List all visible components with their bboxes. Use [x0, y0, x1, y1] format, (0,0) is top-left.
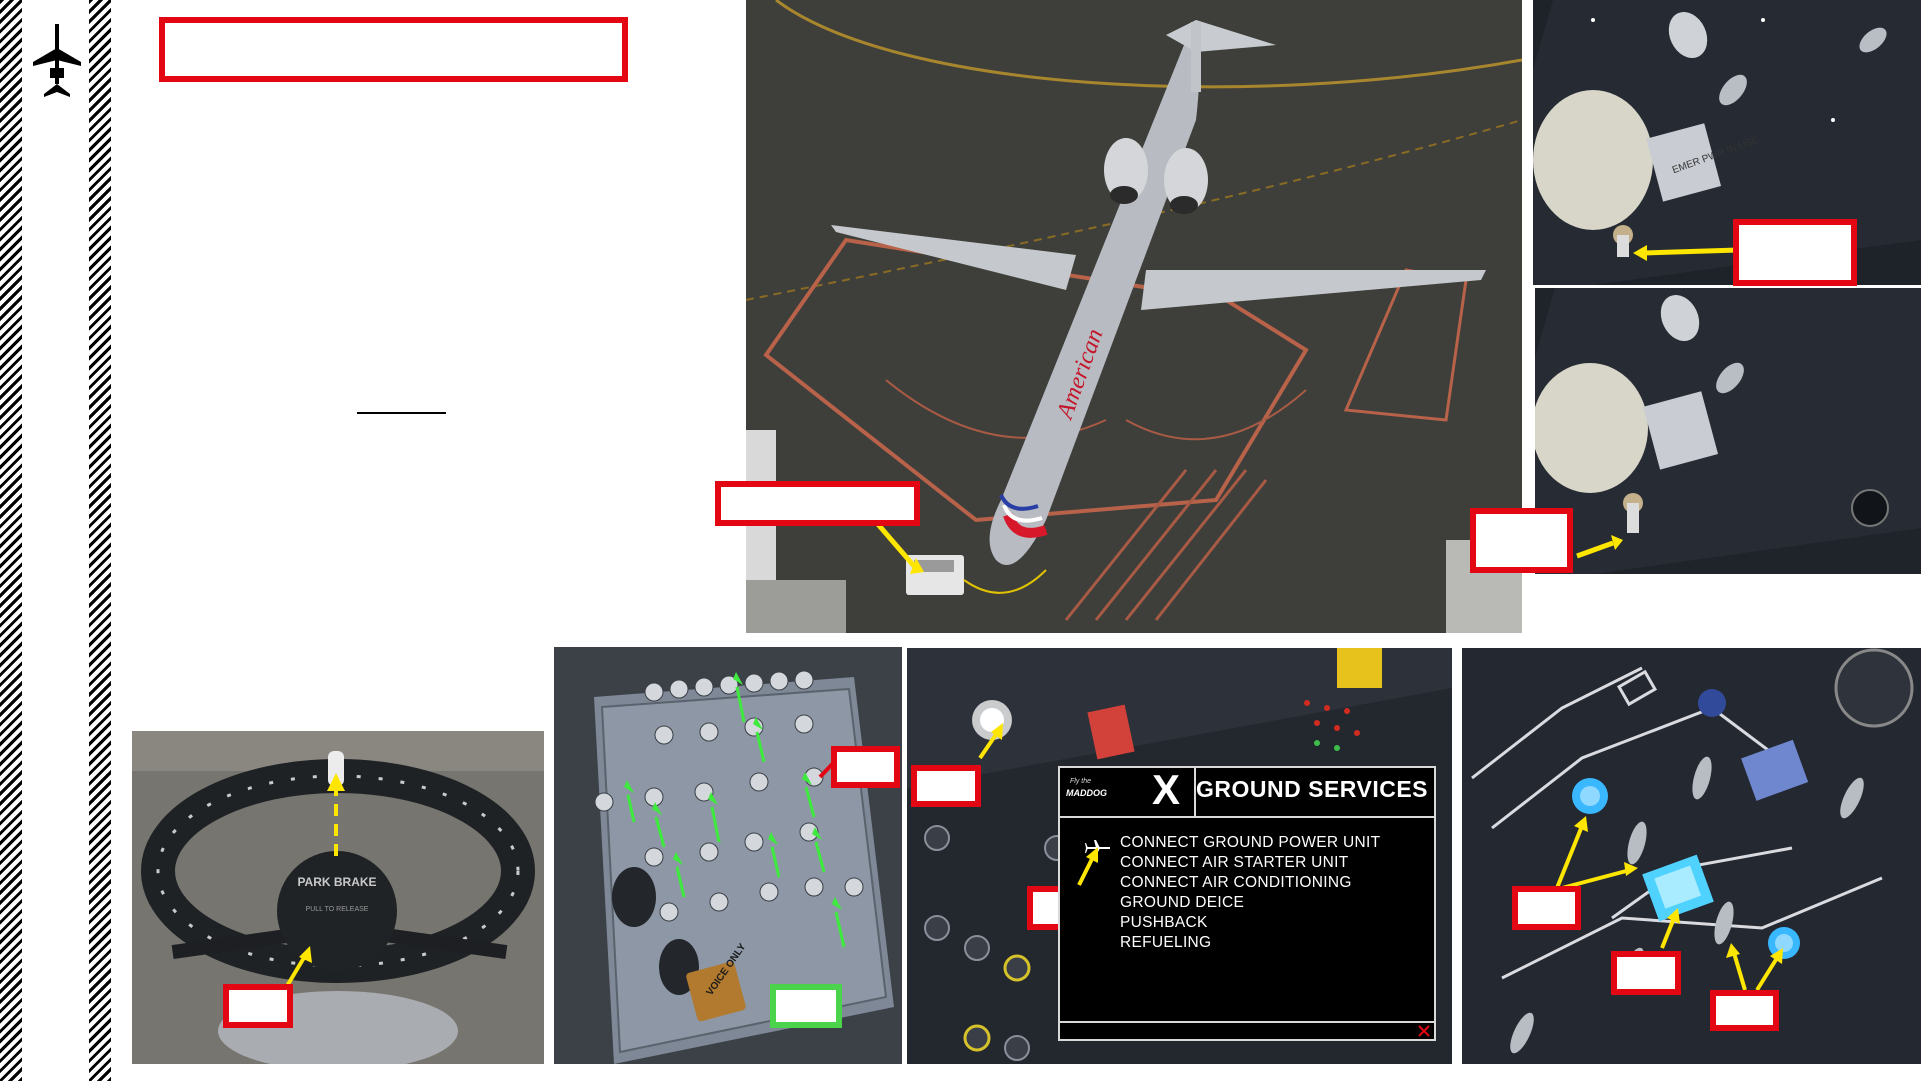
- close-icon[interactable]: [1416, 1023, 1432, 1039]
- menu-header-divider: [1060, 816, 1434, 818]
- ground-services-menu: Fly the MADDOG X GROUND SERVICES CONNECT…: [1058, 766, 1436, 1041]
- divider-line: [357, 412, 446, 414]
- menu-item-refueling[interactable]: REFUELING: [1120, 934, 1211, 952]
- menu-item-air-starter[interactable]: CONNECT AIR STARTER UNIT: [1120, 854, 1349, 872]
- title-callout-box: [159, 17, 628, 82]
- left-border-hatch-outer: [0, 0, 22, 1081]
- emer-pwr-on-callout: [1470, 508, 1573, 573]
- aircraft-overview-photo: American: [746, 0, 1522, 633]
- ext-pwr-callout-2: [1611, 951, 1681, 995]
- ground-services-title: GROUND SERVICES: [1196, 776, 1429, 802]
- ext-power-panel-photo: [1462, 648, 1921, 1064]
- ext-pwr-callout-3: [1710, 990, 1779, 1031]
- parking-brake-callout: [223, 984, 293, 1028]
- logo-x: X: [1152, 766, 1181, 813]
- menu-item-ground-deice[interactable]: GROUND DEICE: [1120, 894, 1244, 912]
- airplane-icon: [30, 20, 84, 102]
- menu-footer-divider: [1060, 1021, 1434, 1023]
- park-brake-subtext: PULL TO RELEASE: [306, 906, 369, 913]
- logo-small-text: Fly the: [1070, 778, 1092, 785]
- logo-brand-text: MADDOG: [1066, 788, 1107, 798]
- parking-brake-photo: PARK BRAKE PULL TO RELEASE: [132, 731, 544, 1064]
- maddog-logo: Fly the MADDOG X: [1060, 766, 1196, 816]
- ext-pwr-callout-1: [1512, 886, 1581, 930]
- emer-power-switch-photo-off: EMER PWR IN USE: [1533, 0, 1921, 285]
- ground-call-button-callout: [911, 765, 981, 807]
- park-brake-text: PARK BRAKE: [297, 875, 376, 889]
- left-border-hatch-inner: [89, 0, 111, 1081]
- audio-panel-red-callout: [831, 746, 900, 788]
- menu-item-ground-power[interactable]: CONNECT GROUND POWER UNIT: [1120, 834, 1380, 852]
- menu-item-pushback[interactable]: PUSHBACK: [1120, 914, 1208, 932]
- menu-item-air-conditioning[interactable]: CONNECT AIR CONDITIONING: [1120, 874, 1352, 892]
- audio-panel-photo: VOICE ONLY: [554, 647, 902, 1064]
- emer-power-switch-photo-on: [1535, 288, 1921, 574]
- menu-pointer-arrow: [1073, 845, 1103, 890]
- ground-power-unit-callout: [715, 481, 920, 526]
- emer-pwr-off-callout: [1733, 219, 1857, 286]
- audio-panel-green-callout: [770, 984, 842, 1028]
